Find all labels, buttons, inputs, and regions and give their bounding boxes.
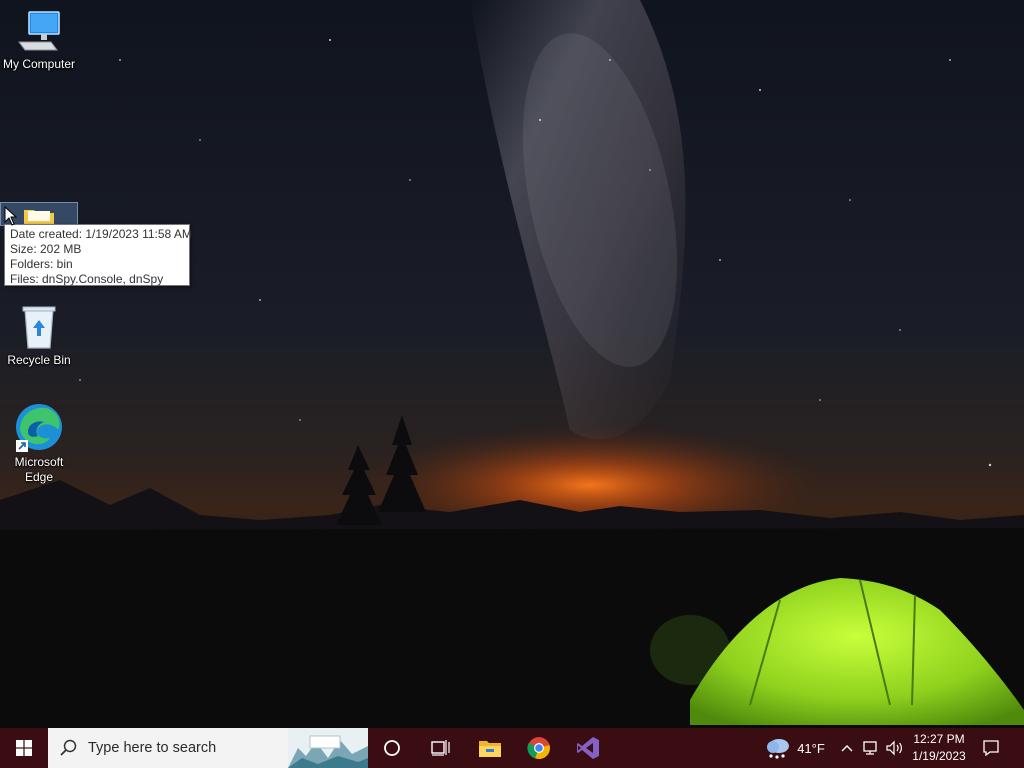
edge-icon xyxy=(16,404,62,452)
search-placeholder: Type here to search xyxy=(88,740,217,756)
tooltip-date-created: Date created: 1/19/2023 11:58 AM xyxy=(10,227,192,241)
network-button[interactable] xyxy=(860,728,882,768)
cortana-icon xyxy=(384,740,400,756)
clock-time: 12:27 PM xyxy=(913,732,965,746)
desktop-icon-label: Recycle Bin xyxy=(7,353,71,367)
notification-icon xyxy=(983,740,999,757)
chevron-up-icon xyxy=(841,745,853,752)
desktop-icon-my-computer[interactable]: My Computer xyxy=(1,8,77,72)
tooltip-files: Files: dnSpy.Console, dnSpy xyxy=(10,272,164,286)
cortana-button[interactable] xyxy=(368,728,416,768)
computer-icon xyxy=(18,11,60,51)
visual-studio-icon xyxy=(577,737,599,759)
desktop-icon-label: My Computer xyxy=(2,57,76,71)
start-button[interactable] xyxy=(0,728,48,768)
desktop-icon-recycle-bin[interactable]: Recycle Bin xyxy=(1,304,77,368)
desktop-icon-microsoft-edge[interactable]: Microsoft Edge xyxy=(1,402,77,485)
taskbar-search-box[interactable]: Type here to search xyxy=(48,728,368,768)
task-view-button[interactable] xyxy=(416,728,464,768)
search-highlight-illustration-icon xyxy=(288,728,368,768)
recycle-bin-icon xyxy=(22,306,56,349)
network-icon xyxy=(863,741,877,755)
folder-tooltip: Date created: 1/19/2023 11:58 AM Size: 2… xyxy=(4,224,192,286)
task-view-icon xyxy=(431,740,450,756)
chrome-button[interactable] xyxy=(515,728,563,768)
speaker-icon xyxy=(886,740,902,756)
taskbar-clock[interactable]: 12:27 PM 1/19/2023 xyxy=(906,731,972,765)
visual-studio-button[interactable] xyxy=(564,728,612,768)
weather-widget[interactable]: 41°F xyxy=(760,728,830,768)
show-hidden-icons-button[interactable] xyxy=(838,728,856,768)
mouse-cursor-icon xyxy=(4,206,18,226)
folder-icon xyxy=(24,210,54,226)
weather-temperature: 41°F xyxy=(797,740,825,756)
tooltip-folders: Folders: bin xyxy=(10,257,73,271)
notification-center-button[interactable] xyxy=(976,728,1006,768)
file-explorer-icon xyxy=(479,741,501,757)
desktop-wallpaper xyxy=(0,0,1024,728)
windows-logo-icon xyxy=(16,740,32,756)
desktop-icon-label: Microsoft Edge xyxy=(14,455,64,484)
volume-button[interactable] xyxy=(883,728,905,768)
chrome-icon xyxy=(527,737,550,760)
search-icon xyxy=(60,739,77,756)
tooltip-size: Size: 202 MB xyxy=(10,242,82,256)
weather-snow-cloud-icon xyxy=(767,739,790,759)
file-explorer-button[interactable] xyxy=(466,728,514,768)
taskbar: Type here to search 41°F 12:27 PM 1/19/2… xyxy=(0,728,1024,768)
clock-date: 1/19/2023 xyxy=(912,749,966,763)
